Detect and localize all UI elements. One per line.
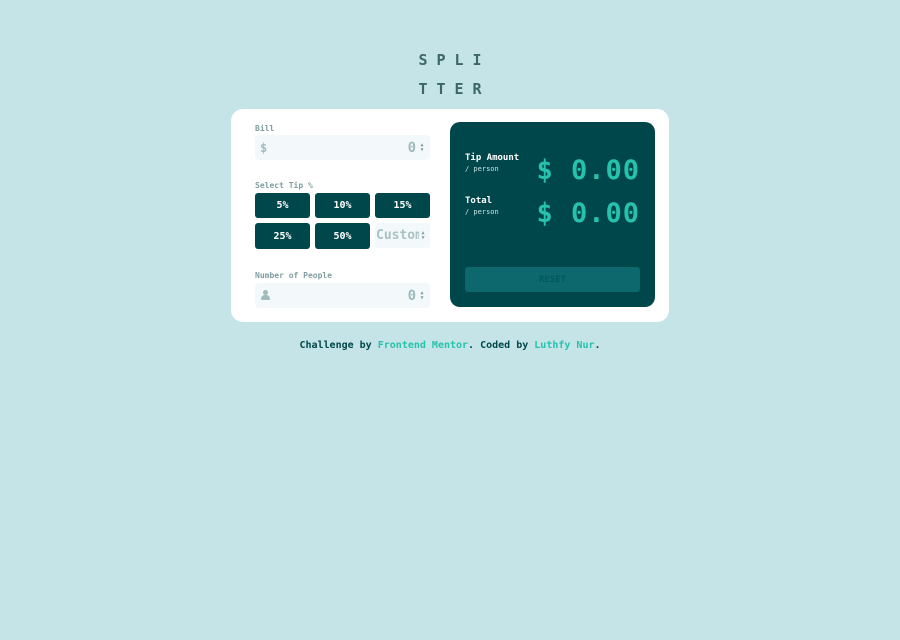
attribution-suffix: . <box>594 340 601 351</box>
tip-amount-title: Tip Amount <box>465 153 520 163</box>
custom-tip-input[interactable]: Custom ▲ ▼ <box>375 223 430 248</box>
chevron-down-icon[interactable]: ▼ <box>421 235 424 241</box>
people-value[interactable]: 0 <box>274 288 418 304</box>
tip-button-5[interactable]: 5% <box>255 193 310 218</box>
author-link[interactable]: Luthfy Nur <box>534 340 594 351</box>
people-label: Number of People <box>255 271 333 280</box>
attribution-middle: . Coded by <box>468 340 535 351</box>
tip-amount-row: Tip Amount / person $ 0.00 <box>465 153 640 189</box>
tip-button-10[interactable]: 10% <box>315 193 370 218</box>
logo-line-2: TTER <box>418 80 491 98</box>
results-panel: Tip Amount / person $ 0.00 Total / perso… <box>450 122 655 307</box>
app-logo: SPLI TTER <box>0 46 900 104</box>
logo-line-1: SPLI <box>418 51 491 69</box>
attribution: Challenge by Frontend Mentor. Coded by L… <box>0 340 900 351</box>
frontend-mentor-link[interactable]: Frontend Mentor <box>378 340 468 351</box>
people-stepper[interactable]: ▲ ▼ <box>418 290 426 302</box>
tip-button-25[interactable]: 25% <box>255 223 310 249</box>
chevron-down-icon[interactable]: ▼ <box>420 147 423 153</box>
total-value: $ 0.00 <box>536 198 640 229</box>
total-title: Total <box>465 196 493 206</box>
reset-button[interactable]: RESET <box>465 267 640 292</box>
people-input[interactable]: 0 ▲ ▼ <box>255 283 430 308</box>
custom-tip-placeholder[interactable]: Custom <box>376 228 419 243</box>
total-sub: / person <box>465 208 499 216</box>
bill-input[interactable]: $ 0 ▲ ▼ <box>255 135 430 160</box>
bill-stepper[interactable]: ▲ ▼ <box>418 142 426 154</box>
dollar-icon: $ <box>260 140 268 155</box>
total-row: Total / person $ 0.00 <box>465 196 640 232</box>
tip-amount-sub: / person <box>465 165 499 173</box>
attribution-prefix: Challenge by <box>299 340 378 351</box>
bill-value[interactable]: 0 <box>274 140 418 156</box>
tip-amount-value: $ 0.00 <box>536 155 640 186</box>
person-icon <box>260 289 274 303</box>
custom-tip-stepper[interactable]: ▲ ▼ <box>419 230 427 242</box>
chevron-down-icon[interactable]: ▼ <box>420 295 423 301</box>
calculator-card: Bill $ 0 ▲ ▼ Select Tip % 5% 10% 15% 25%… <box>231 109 669 322</box>
bill-label: Bill <box>255 124 275 133</box>
tip-button-15[interactable]: 15% <box>375 193 430 218</box>
tip-button-50[interactable]: 50% <box>315 223 370 249</box>
select-tip-label: Select Tip % <box>255 181 313 190</box>
